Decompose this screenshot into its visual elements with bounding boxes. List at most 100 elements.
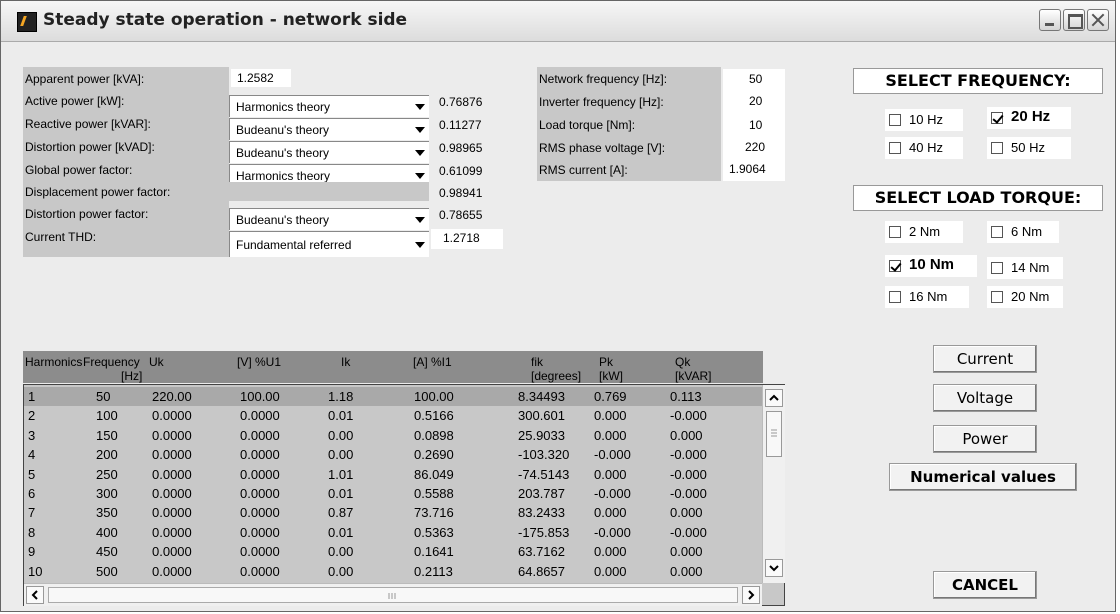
cell-frequency: 200 xyxy=(96,447,118,463)
method-select-current-thd[interactable]: Fundamental referred xyxy=(229,231,429,257)
value-apparent-power: 1.2582 xyxy=(231,69,291,87)
header-qk: Qk xyxy=(675,355,691,369)
close-button[interactable] xyxy=(1087,9,1109,31)
freq-option-10hz[interactable]: 10 Hz xyxy=(885,109,963,131)
cell-fik: 25.9033 xyxy=(518,427,565,443)
checkbox[interactable] xyxy=(991,262,1003,274)
torque-option-6nm[interactable]: 6 Nm xyxy=(987,221,1059,243)
cell-frequency: 450 xyxy=(96,544,118,560)
chevron-down-icon xyxy=(415,127,425,133)
freq-option-50hz[interactable]: 50 Hz xyxy=(987,137,1071,159)
checkbox-checked[interactable] xyxy=(991,112,1003,124)
torque-option-2nm[interactable]: 2 Nm xyxy=(885,221,963,243)
cell-i1-percent: 0.2690 xyxy=(414,447,454,463)
torque-option-14nm[interactable]: 14 Nm xyxy=(987,257,1063,279)
chevron-down-icon xyxy=(415,150,425,156)
label-distortion-power: Distortion power [kVAD]: xyxy=(25,140,155,154)
select-text: Budeanu's theory xyxy=(236,146,330,160)
title-bar[interactable]: Steady state operation - network side xyxy=(1,1,1115,42)
label-rms-phase-voltage: RMS phase voltage [V]: xyxy=(539,141,666,155)
power-button[interactable]: Power xyxy=(933,425,1037,453)
horizontal-scroll-thumb[interactable] xyxy=(48,587,738,603)
chevron-right-icon xyxy=(748,590,755,600)
table-row[interactable]: 5 250 0.0000 0.0000 1.01 86.049 -74.5143 0.000 -… xyxy=(24,465,762,484)
minimize-button[interactable] xyxy=(1039,9,1061,31)
table-row[interactable]: 6 300 0.0000 0.0000 0.01 0.5588 203.787 -0.000 -… xyxy=(24,484,762,503)
horizontal-scrollbar[interactable] xyxy=(24,583,762,606)
cell-ik: 0.01 xyxy=(328,408,354,424)
cell-u1-percent: 0.0000 xyxy=(240,563,280,579)
method-select-reactive-power[interactable]: Budeanu's theory xyxy=(229,118,429,140)
torque-option-20nm[interactable]: 20 Nm xyxy=(987,286,1063,308)
label-reactive-power: Reactive power [kVAR]: xyxy=(25,117,151,131)
torque-option-16nm[interactable]: 16 Nm xyxy=(885,286,969,308)
cell-harmonic: 10 xyxy=(28,563,43,579)
cell-pk: 0.769 xyxy=(594,389,627,404)
checkbox[interactable] xyxy=(889,114,901,126)
method-select-distortion-power[interactable]: Budeanu's theory xyxy=(229,141,429,163)
cell-pk: -0.000 xyxy=(594,447,631,463)
cell-i1-percent: 73.716 xyxy=(414,505,454,521)
cell-harmonic: 6 xyxy=(28,486,36,501)
label-active-power: Active power [kW]: xyxy=(25,94,125,108)
cell-u1-percent: 0.0000 xyxy=(240,486,280,501)
scroll-left-button[interactable] xyxy=(26,586,44,604)
scroll-right-button[interactable] xyxy=(742,586,760,604)
table-row[interactable]: 3 150 0.0000 0.0000 0.00 0.0898 25.9033 0.000 0.… xyxy=(24,426,762,445)
cell-pk: -0.000 xyxy=(594,486,631,501)
checkbox[interactable] xyxy=(889,226,901,238)
table-row[interactable]: 4 200 0.0000 0.0000 0.00 0.2690 -103.320 -0.000… xyxy=(24,445,762,464)
checkbox[interactable] xyxy=(889,291,901,303)
cell-uk: 0.0000 xyxy=(152,466,192,482)
checkbox[interactable] xyxy=(991,142,1003,154)
table-row[interactable]: 7 350 0.0000 0.0000 0.87 73.716 83.2433 0.000 0.… xyxy=(24,503,762,522)
maximize-button[interactable] xyxy=(1063,9,1085,31)
label-rms-current: RMS current [A]: xyxy=(539,163,628,177)
vertical-scroll-thumb[interactable] xyxy=(766,411,782,457)
harmonics-listbox[interactable]: 1 50 220.00 100.00 1.18 100.00 8.34493 0.769 0.1… xyxy=(23,384,785,606)
checkbox-checked[interactable] xyxy=(889,260,901,272)
value-active-power: 0.76876 xyxy=(439,95,483,109)
table-row[interactable]: 1 50 220.00 100.00 1.18 100.00 8.34493 0.769 0.1… xyxy=(24,387,762,406)
method-select-active-power[interactable]: Harmonics theory xyxy=(229,95,429,117)
cell-frequency: 300 xyxy=(96,486,118,501)
table-row[interactable]: 10 500 0.0000 0.0000 0.00 0.2113 64.8657 0.000 0… xyxy=(24,562,762,581)
header-uk: Uk xyxy=(149,355,164,369)
cell-i1-percent: 86.049 xyxy=(414,466,454,482)
vertical-scrollbar[interactable] xyxy=(762,385,785,583)
option-label: 40 Hz xyxy=(909,140,943,155)
cancel-button[interactable]: CANCEL xyxy=(933,571,1037,599)
checkbox[interactable] xyxy=(889,142,901,154)
method-select-distortion-power-factor[interactable]: Budeanu's theory xyxy=(229,208,429,230)
app-icon xyxy=(17,12,37,32)
cell-pk: 0.000 xyxy=(594,544,627,560)
method-select-global-power-factor[interactable]: Harmonics theory xyxy=(229,164,429,182)
cell-ik: 0.87 xyxy=(328,505,354,521)
scroll-up-button[interactable] xyxy=(765,389,783,407)
cell-u1-percent: 0.0000 xyxy=(240,427,280,443)
checkbox[interactable] xyxy=(991,291,1003,303)
current-button[interactable]: Current xyxy=(933,345,1037,373)
table-row[interactable]: 8 400 0.0000 0.0000 0.01 0.5363 -175.853 -0.000… xyxy=(24,523,762,542)
value-distortion-power: 0.98965 xyxy=(439,141,483,155)
grip-icon xyxy=(771,429,777,437)
table-row[interactable]: 2 100 0.0000 0.0000 0.01 0.5166 300.601 0.000 -0… xyxy=(24,406,762,425)
label-distortion-power-factor: Distortion power factor: xyxy=(25,207,149,221)
cell-frequency: 350 xyxy=(96,505,118,521)
value-inverter-frequency: 20 xyxy=(723,91,785,113)
freq-option-20hz[interactable]: 20 Hz xyxy=(987,107,1071,129)
cell-harmonic: 1 xyxy=(28,389,36,404)
voltage-button[interactable]: Voltage xyxy=(933,384,1037,412)
table-row[interactable]: 9 450 0.0000 0.0000 0.00 0.1641 63.7162 0.000 0.… xyxy=(24,542,762,561)
cell-fik: 64.8657 xyxy=(518,563,565,579)
torque-option-10nm[interactable]: 10 Nm xyxy=(885,255,977,277)
cell-uk: 0.0000 xyxy=(152,427,192,443)
scroll-down-button[interactable] xyxy=(765,559,783,577)
freq-option-40hz[interactable]: 40 Hz xyxy=(885,137,963,159)
cell-i1-percent: 0.5363 xyxy=(414,524,454,540)
label-apparent-power: Apparent power [kVA]: xyxy=(25,72,145,86)
numerical-values-button[interactable]: Numerical values xyxy=(889,463,1077,491)
grip-icon xyxy=(388,593,396,599)
option-label: 14 Nm xyxy=(1011,260,1050,275)
checkbox[interactable] xyxy=(991,226,1003,238)
